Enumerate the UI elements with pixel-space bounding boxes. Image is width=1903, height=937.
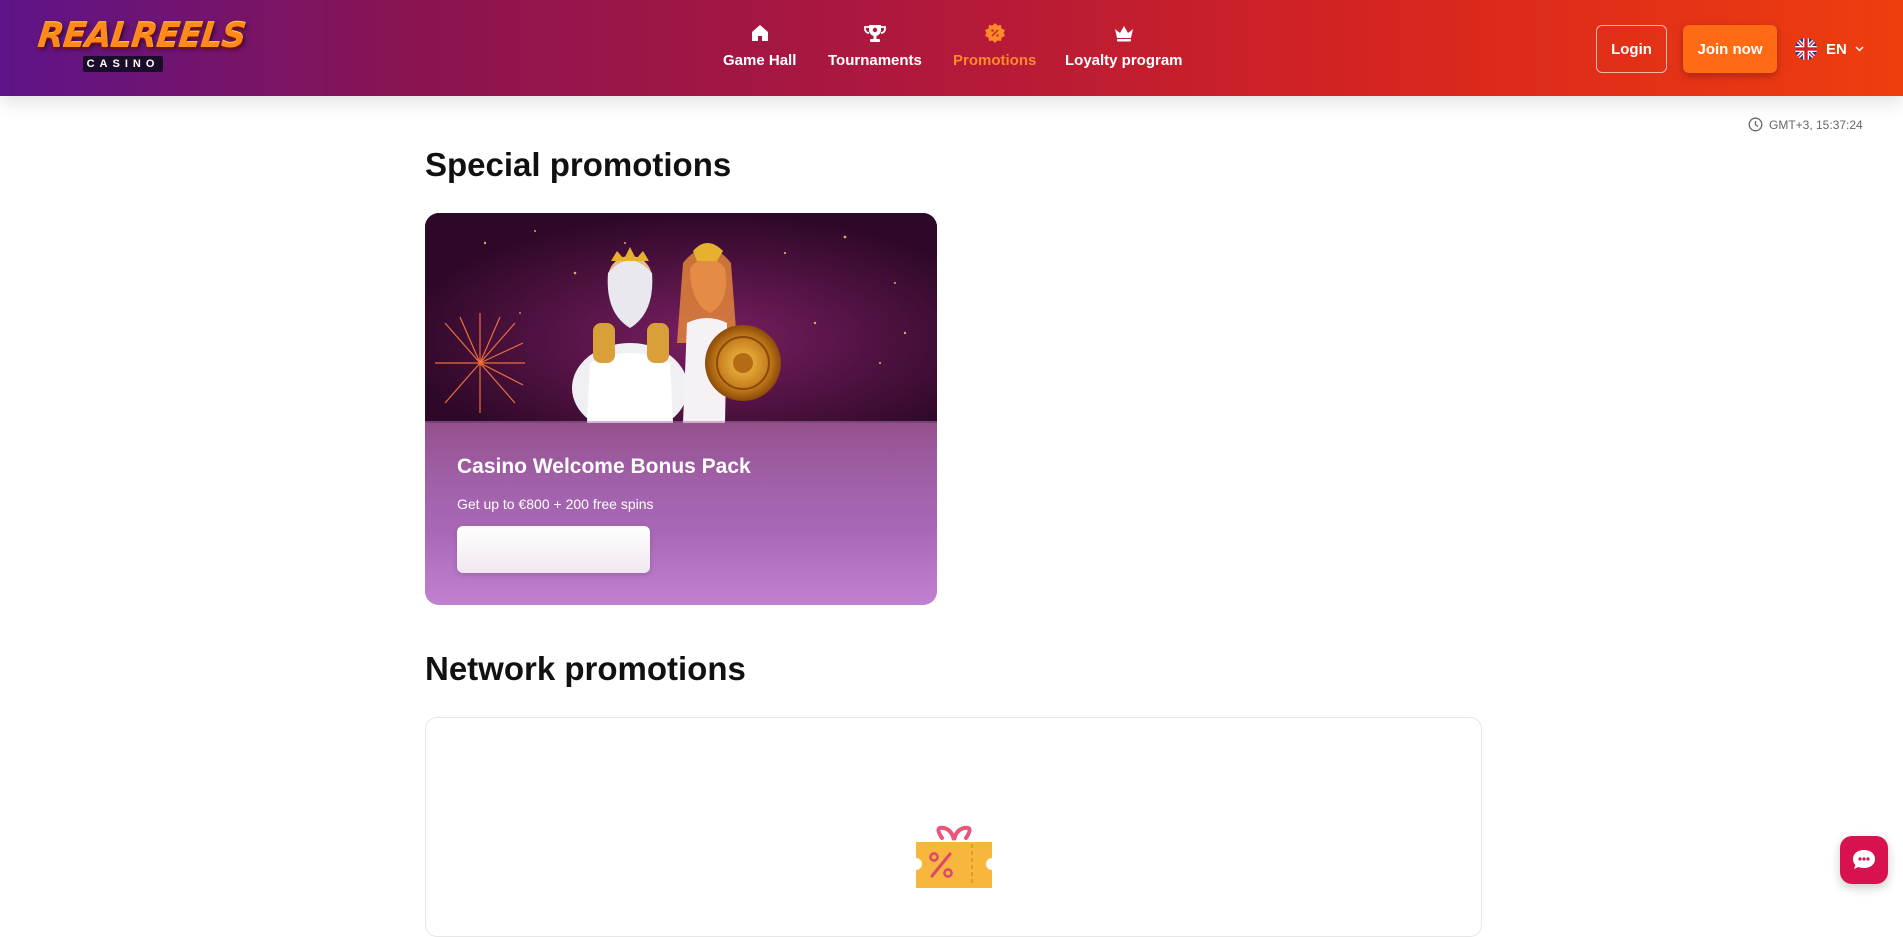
network-promotions-title: Network promotions — [425, 650, 746, 687]
home-icon — [749, 22, 771, 44]
network-promotions-panel — [425, 717, 1482, 937]
login-button[interactable]: Login — [1596, 25, 1667, 73]
language-code: EN — [1826, 40, 1847, 58]
promo-card-image — [425, 213, 937, 423]
top-header: REALREELS CASINO Game Hall Tournaments P… — [0, 0, 1903, 96]
nav-label: Game Hall — [723, 52, 797, 69]
nav-label: Loyalty program — [1065, 52, 1183, 69]
trophy-icon — [864, 22, 886, 44]
promo-card-title: Casino Welcome Bonus Pack — [457, 455, 751, 478]
nav-game-hall[interactable]: Game Hall — [723, 22, 796, 76]
clock-text: GMT+3, 15:37:24 — [1769, 117, 1863, 132]
nav-loyalty-program[interactable]: Loyalty program — [1065, 22, 1183, 76]
promo-card-overlay — [425, 421, 937, 605]
crown-icon — [1113, 22, 1135, 44]
promo-badge-icon — [984, 22, 1006, 44]
chevron-down-icon — [1855, 44, 1864, 55]
promo-card-button[interactable] — [457, 526, 650, 573]
nav-promotions[interactable]: Promotions — [953, 22, 1036, 76]
logo-subtitle: CASINO — [83, 56, 163, 72]
nav-label: Tournaments — [828, 52, 922, 69]
chat-button[interactable] — [1840, 836, 1888, 884]
chat-bubble-icon — [1853, 850, 1875, 869]
clock-icon — [1748, 117, 1763, 132]
promo-card-subtitle: Get up to €800 + 200 free spins — [457, 496, 654, 512]
logo-wordmark: REALREELS — [35, 16, 248, 56]
site-logo[interactable]: REALREELS CASINO — [35, 16, 248, 74]
nav-label: Promotions — [953, 52, 1037, 69]
server-clock: GMT+3, 15:37:24 — [1748, 117, 1863, 132]
special-promotions-title: Special promotions — [425, 146, 732, 183]
join-now-button[interactable]: Join now — [1683, 25, 1777, 73]
uk-flag-icon — [1795, 38, 1817, 60]
nav-tournaments[interactable]: Tournaments — [828, 22, 922, 76]
language-selector[interactable]: EN — [1795, 36, 1864, 62]
gift-ticket-icon — [916, 825, 992, 888]
promo-card-welcome-bonus[interactable]: Casino Welcome Bonus Pack Get up to €800… — [425, 213, 937, 605]
